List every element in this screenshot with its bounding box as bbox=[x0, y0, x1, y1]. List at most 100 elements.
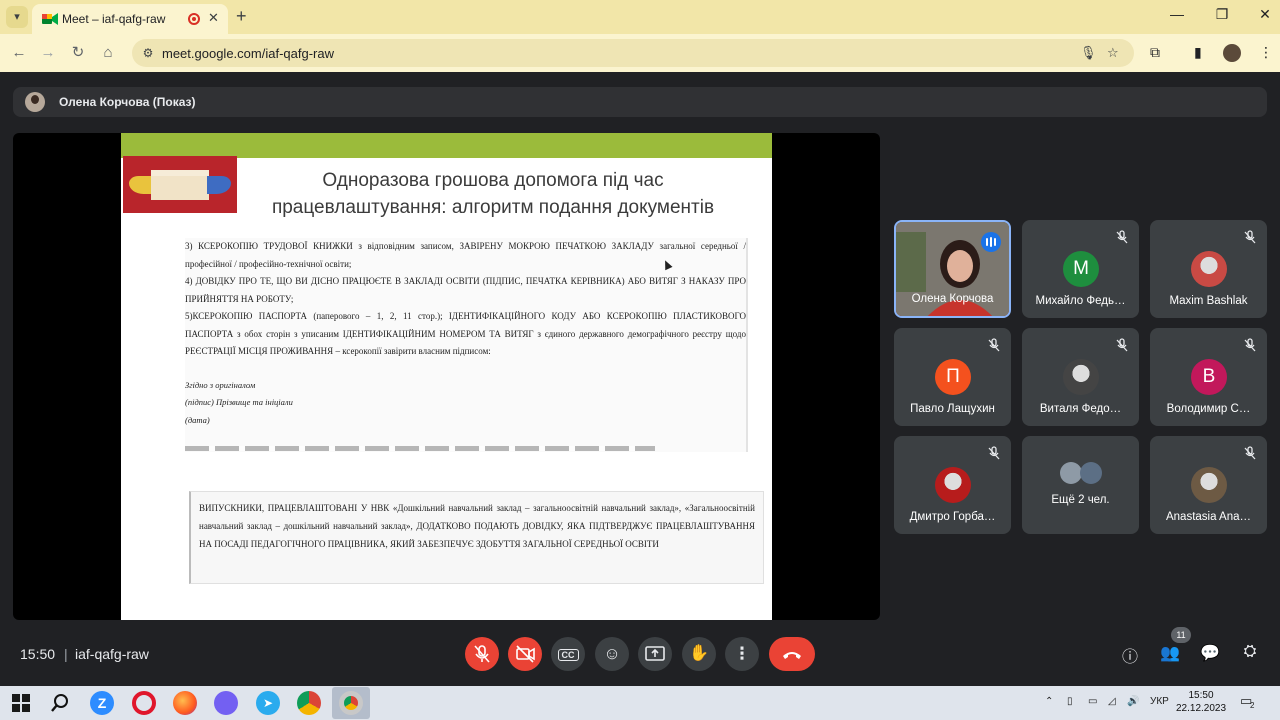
participant-avatar: П bbox=[935, 359, 971, 395]
doc-item-5: 5)КСЕРОКОПІЮ ПАСПОРТА (паперового – 1, 2… bbox=[185, 311, 746, 356]
muted-mic-icon bbox=[1244, 446, 1256, 460]
forward-icon[interactable]: → bbox=[37, 42, 59, 64]
mic-off-icon bbox=[474, 645, 490, 663]
windows-start-icon[interactable] bbox=[9, 691, 33, 715]
participant-name: Maxim Bashlak bbox=[1169, 295, 1248, 307]
participant-tile[interactable]: В Володимир С… bbox=[1150, 328, 1267, 426]
participant-tile[interactable]: П Павло Лащухин bbox=[894, 328, 1011, 426]
participant-tile[interactable]: Anastasia Ana… bbox=[1150, 436, 1267, 534]
system-clock[interactable]: 15:50 22.12.2023 bbox=[1176, 689, 1226, 715]
extensions-icon[interactable]: ⧉ bbox=[1150, 44, 1160, 61]
participant-avatar: В bbox=[1191, 359, 1227, 395]
wifi-icon[interactable]: ◿ bbox=[1108, 696, 1116, 707]
camera-off-button[interactable] bbox=[508, 637, 542, 671]
chrome-yellow-app-icon[interactable] bbox=[339, 691, 363, 715]
more-vert-icon: ⋮ bbox=[733, 644, 751, 663]
participant-tile[interactable]: Виталя Федо… bbox=[1022, 328, 1139, 426]
document-excerpt-1: 3) КСЕРОКОПІЮ ТРУДОВОЇ КНИЖКИ з відповід… bbox=[185, 238, 748, 452]
meeting-details-icon[interactable]: ⓘ bbox=[1119, 643, 1141, 667]
home-icon[interactable]: ⌂ bbox=[97, 42, 119, 64]
meet-window: Олена Корчова (Показ) Одноразова грошова… bbox=[0, 72, 1280, 686]
notification-count: 2 bbox=[1250, 701, 1255, 710]
slide-title: Одноразова грошова допомога під час прац… bbox=[253, 167, 733, 221]
separator: | bbox=[64, 646, 68, 662]
maximize-button[interactable]: ❐ bbox=[1207, 6, 1237, 23]
search-icon[interactable] bbox=[48, 691, 72, 715]
side-panel-icon[interactable]: ▮ bbox=[1194, 44, 1202, 61]
leave-call-button[interactable] bbox=[769, 637, 815, 671]
back-icon[interactable]: ← bbox=[8, 42, 30, 64]
address-bar[interactable]: ⚙ meet.google.com/iaf-qafg-raw 🎙 ☆ bbox=[132, 39, 1134, 67]
participant-name: Володимир С… bbox=[1166, 403, 1251, 415]
chrome-app-icon[interactable] bbox=[297, 691, 321, 715]
mic-off-button[interactable] bbox=[465, 637, 499, 671]
slide-title-line2: працевлаштування: алгоритм подання докум… bbox=[271, 197, 715, 218]
participant-tile[interactable]: Ещё 2 чел. bbox=[1022, 436, 1139, 534]
browser-toolbar: ← → ↻ ⌂ ⚙ meet.google.com/iaf-qafg-raw 🎙… bbox=[0, 34, 1280, 72]
profile-avatar[interactable] bbox=[1223, 44, 1241, 62]
participant-name: Павло Лащухин bbox=[910, 403, 995, 415]
muted-mic-icon bbox=[1244, 338, 1256, 352]
tab-search-button[interactable]: ▾ bbox=[6, 6, 28, 28]
muted-mic-icon bbox=[1244, 230, 1256, 244]
tab-meet[interactable]: Meet – iaf-qafg-raw ✕ bbox=[32, 4, 228, 34]
volume-icon[interactable]: 🔊 bbox=[1127, 696, 1139, 707]
muted-mic-icon bbox=[1116, 338, 1128, 352]
windows-taskbar: Z ➤ ⌃ ▯ ▭ ◿ 🔊 УКР 15:50 22.12.2023 ▭ 2 bbox=[0, 686, 1280, 720]
present-button[interactable] bbox=[638, 637, 672, 671]
raise-hand-button[interactable]: ✋ bbox=[682, 637, 716, 671]
participant-name: Ещё 2 чел. bbox=[1051, 494, 1110, 506]
firefox-app-icon[interactable] bbox=[173, 691, 197, 715]
more-options-button[interactable]: ⋮ bbox=[725, 637, 759, 671]
doc-item-3: 3) КСЕРОКОПІЮ ТРУДОВОЇ КНИЖКИ з відповід… bbox=[185, 241, 746, 269]
zoom-app-icon[interactable]: Z bbox=[90, 691, 114, 715]
meeting-code: iaf-qafg-raw bbox=[75, 646, 149, 662]
viber-app-icon[interactable] bbox=[214, 691, 238, 715]
participant-tile[interactable]: Олена Корчова bbox=[894, 220, 1011, 318]
new-tab-button[interactable]: + bbox=[236, 6, 247, 26]
participant-avatar bbox=[935, 467, 971, 503]
tray-overflow-icon[interactable]: ⌃ bbox=[1045, 696, 1053, 707]
url-text[interactable]: meet.google.com/iaf-qafg-raw bbox=[162, 46, 334, 61]
opera-app-icon[interactable] bbox=[132, 691, 156, 715]
meet-icon bbox=[42, 13, 58, 25]
tab-strip: ▾ Meet – iaf-qafg-raw ✕ + — ❐ ✕ bbox=[0, 0, 1280, 34]
camera-off-icon bbox=[516, 645, 535, 663]
reactions-button[interactable]: ☺ bbox=[595, 637, 629, 671]
reload-icon[interactable]: ↻ bbox=[67, 42, 89, 64]
participant-avatar bbox=[1191, 251, 1227, 287]
university-logo bbox=[123, 156, 237, 213]
battery-icon[interactable]: ▭ bbox=[1088, 696, 1097, 707]
participant-tile[interactable]: М Михайло Федь… bbox=[1022, 220, 1139, 318]
signature-line-3: (дата) bbox=[185, 414, 210, 425]
slide: Одноразова грошова допомога під час прац… bbox=[121, 133, 772, 620]
usb-icon[interactable]: ▯ bbox=[1067, 696, 1073, 707]
activities-icon[interactable]: ⛭ bbox=[1239, 643, 1261, 661]
muted-mic-icon bbox=[988, 338, 1000, 352]
chat-icon[interactable]: 💬 bbox=[1199, 643, 1221, 663]
signature-line-2: (підпис) Прізвище та ініціали bbox=[185, 397, 293, 407]
minimize-button[interactable]: — bbox=[1162, 6, 1192, 22]
tab-close-button[interactable]: ✕ bbox=[208, 10, 219, 26]
close-window-button[interactable]: ✕ bbox=[1250, 6, 1280, 23]
doc-item-4: 4) ДОВІДКУ ПРО ТЕ, ЩО ВИ ДІСНО ПРАЦЮЄТЕ … bbox=[185, 276, 746, 304]
recording-icon bbox=[188, 13, 200, 25]
language-indicator[interactable]: УКР bbox=[1150, 696, 1169, 707]
emoji-icon: ☺ bbox=[603, 644, 621, 663]
muted-mic-icon bbox=[1116, 230, 1128, 244]
participant-tile[interactable]: Maxim Bashlak bbox=[1150, 220, 1267, 318]
hand-icon: ✋ bbox=[689, 645, 709, 662]
presentation-stage[interactable]: Одноразова грошова допомога під час прац… bbox=[13, 133, 880, 620]
bookmark-star-icon[interactable]: ☆ bbox=[1107, 45, 1119, 61]
participant-name: Олена Корчова bbox=[911, 293, 994, 305]
people-icon[interactable]: 👥 bbox=[1159, 643, 1181, 663]
captions-button[interactable]: CC bbox=[551, 637, 585, 671]
site-info-icon[interactable]: ⚙ bbox=[140, 45, 156, 61]
participant-tile[interactable]: Дмитро Горба… bbox=[894, 436, 1011, 534]
muted-mic-icon bbox=[988, 446, 1000, 460]
telegram-app-icon[interactable]: ➤ bbox=[256, 691, 280, 715]
microphone-icon[interactable]: 🎙 bbox=[1080, 45, 1097, 61]
menu-icon[interactable]: ⋮ bbox=[1259, 44, 1273, 61]
participant-count-badge: 11 bbox=[1171, 627, 1191, 643]
slide-header-band bbox=[121, 133, 772, 158]
